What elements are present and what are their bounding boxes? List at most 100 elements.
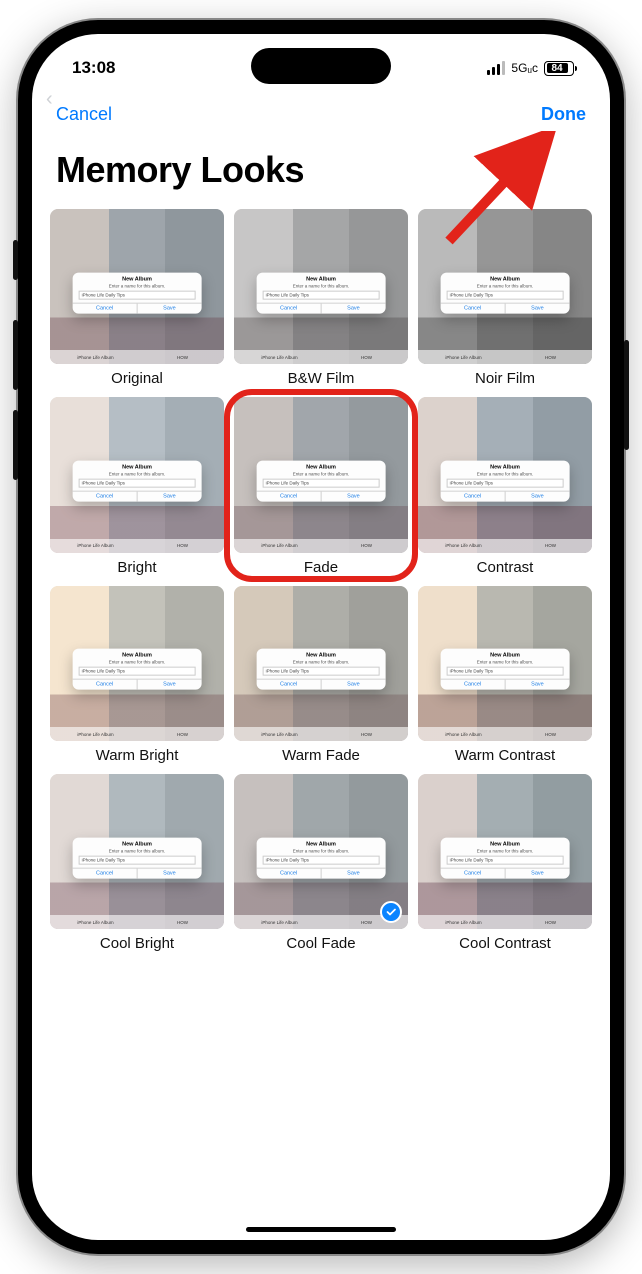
look-option[interactable]: New AlbumEnter a name for this album. iPh… [418,397,592,575]
dialog-field: iPhone Life Daily Tips [263,479,380,488]
preview-strip: iPhone Life AlbumHOW [50,727,224,741]
dialog-cancel: Cancel [257,868,322,878]
dialog-save: Save [138,492,202,502]
look-label: Cool Fade [234,935,408,952]
dialog-sub: Enter a name for this album. [73,660,202,665]
preview-dialog: New AlbumEnter a name for this album.iPh… [257,272,386,313]
look-option[interactable]: New AlbumEnter a name for this album. iPh… [234,774,408,952]
back-chevron-icon: ‹ [46,88,53,111]
look-option[interactable]: New AlbumEnter a name for this album.iPh… [418,774,592,952]
look-option[interactable]: New AlbumEnter a name for this album. iPh… [418,209,592,387]
done-button[interactable]: Done [541,104,586,125]
dialog-field: iPhone Life Daily Tips [79,479,196,488]
dialog-field: iPhone Life Daily Tips [447,855,564,864]
side-button [624,340,629,450]
look-label: Fade [234,559,408,576]
network-label: 5Gᵤᴄ [511,63,538,74]
look-thumbnail: New AlbumEnter a name for this album. iPh… [418,209,592,364]
dialog-save: Save [506,492,570,502]
dialog-field: iPhone Life Daily Tips [263,667,380,676]
look-thumbnail: New AlbumEnter a name for this album.iPh… [50,209,224,364]
dialog-field: iPhone Life Daily Tips [447,479,564,488]
dialog-field: iPhone Life Daily Tips [263,855,380,864]
preview-strip: iPhone Life AlbumHOW [418,539,592,553]
dialog-save: Save [322,680,386,690]
look-label: Original [50,370,224,387]
look-thumbnail: New AlbumEnter a name for this album.iPh… [234,586,408,741]
dialog-cancel: Cancel [257,492,322,502]
dialog-save: Save [322,868,386,878]
dialog-header: New Album [441,465,570,471]
dialog-header: New Album [257,653,386,659]
look-thumbnail: New AlbumEnter a name for this album. iPh… [234,397,408,552]
status-time: 13:08 [72,58,115,78]
look-option[interactable]: New AlbumEnter a name for this album.iPh… [50,586,224,764]
look-label: Cool Bright [50,935,224,952]
preview-strip: iPhone Life AlbumHOW [418,915,592,929]
dialog-cancel: Cancel [441,492,506,502]
dialog-save: Save [322,303,386,313]
dialog-header: New Album [73,465,202,471]
battery-percent: 84 [551,63,562,74]
look-label: Contrast [418,559,592,576]
look-label: Noir Film [418,370,592,387]
dialog-save: Save [322,492,386,502]
preview-dialog: New AlbumEnter a name for this album. iPh… [441,272,570,313]
dialog-sub: Enter a name for this album. [257,472,386,477]
status-right: 5Gᵤᴄ 84 [487,61,574,76]
dialog-sub: Enter a name for this album. [441,660,570,665]
dialog-sub: Enter a name for this album. [257,848,386,853]
battery-icon: 84 [544,61,574,76]
look-option[interactable]: New AlbumEnter a name for this album.iPh… [234,586,408,764]
dialog-field: iPhone Life Daily Tips [447,290,564,299]
phone-frame: 13:08 5Gᵤᴄ 84 ‹ Cancel Done Memory Looks… [18,20,624,1254]
dialog-save: Save [138,303,202,313]
dialog-sub: Enter a name for this album. [73,848,202,853]
dialog-cancel: Cancel [441,680,506,690]
look-option[interactable]: New AlbumEnter a name for this album.iPh… [50,397,224,575]
look-option[interactable]: New AlbumEnter a name for this album. iPh… [234,397,408,575]
dialog-header: New Album [441,276,570,282]
look-option[interactable]: New AlbumEnter a name for this album.iPh… [50,209,224,387]
preview-strip: iPhone Life AlbumHOW [50,539,224,553]
look-option[interactable]: New AlbumEnter a name for this album. iPh… [418,586,592,764]
side-button [13,320,18,390]
look-label: Cool Contrast [418,935,592,952]
dialog-header: New Album [441,653,570,659]
look-thumbnail: New AlbumEnter a name for this album.iPh… [50,586,224,741]
look-label: Bright [50,559,224,576]
preview-strip: iPhone Life AlbumHOW [418,727,592,741]
look-thumbnail: New AlbumEnter a name for this album.iPh… [50,774,224,929]
dialog-sub: Enter a name for this album. [441,472,570,477]
dialog-cancel: Cancel [257,303,322,313]
dialog-save: Save [506,680,570,690]
dialog-sub: Enter a name for this album. [73,283,202,288]
dialog-field: iPhone Life Daily Tips [79,667,196,676]
dialog-field: iPhone Life Daily Tips [79,290,196,299]
preview-dialog: New AlbumEnter a name for this album.iPh… [441,837,570,878]
preview-strip: iPhone Life AlbumHOW [234,539,408,553]
dialog-header: New Album [257,276,386,282]
look-option[interactable]: New AlbumEnter a name for this album.iPh… [234,209,408,387]
preview-dialog: New AlbumEnter a name for this album. iPh… [441,461,570,502]
dialog-header: New Album [73,841,202,847]
looks-grid: New AlbumEnter a name for this album.iPh… [32,209,610,952]
signal-icon [487,61,505,75]
preview-strip: iPhone Life AlbumHOW [234,727,408,741]
dialog-cancel: Cancel [73,680,138,690]
home-indicator [246,1227,396,1232]
dialog-header: New Album [441,841,570,847]
side-button [13,240,18,280]
look-option[interactable]: New AlbumEnter a name for this album.iPh… [50,774,224,952]
dialog-header: New Album [257,465,386,471]
preview-dialog: New AlbumEnter a name for this album.iPh… [73,837,202,878]
look-thumbnail: New AlbumEnter a name for this album. iPh… [234,774,408,929]
dialog-sub: Enter a name for this album. [441,283,570,288]
side-button [13,410,18,480]
dialog-save: Save [506,868,570,878]
preview-dialog: New AlbumEnter a name for this album.iPh… [73,272,202,313]
preview-dialog: New AlbumEnter a name for this album. iPh… [257,837,386,878]
dialog-header: New Album [257,841,386,847]
cancel-button[interactable]: Cancel [56,104,112,125]
dialog-cancel: Cancel [73,492,138,502]
